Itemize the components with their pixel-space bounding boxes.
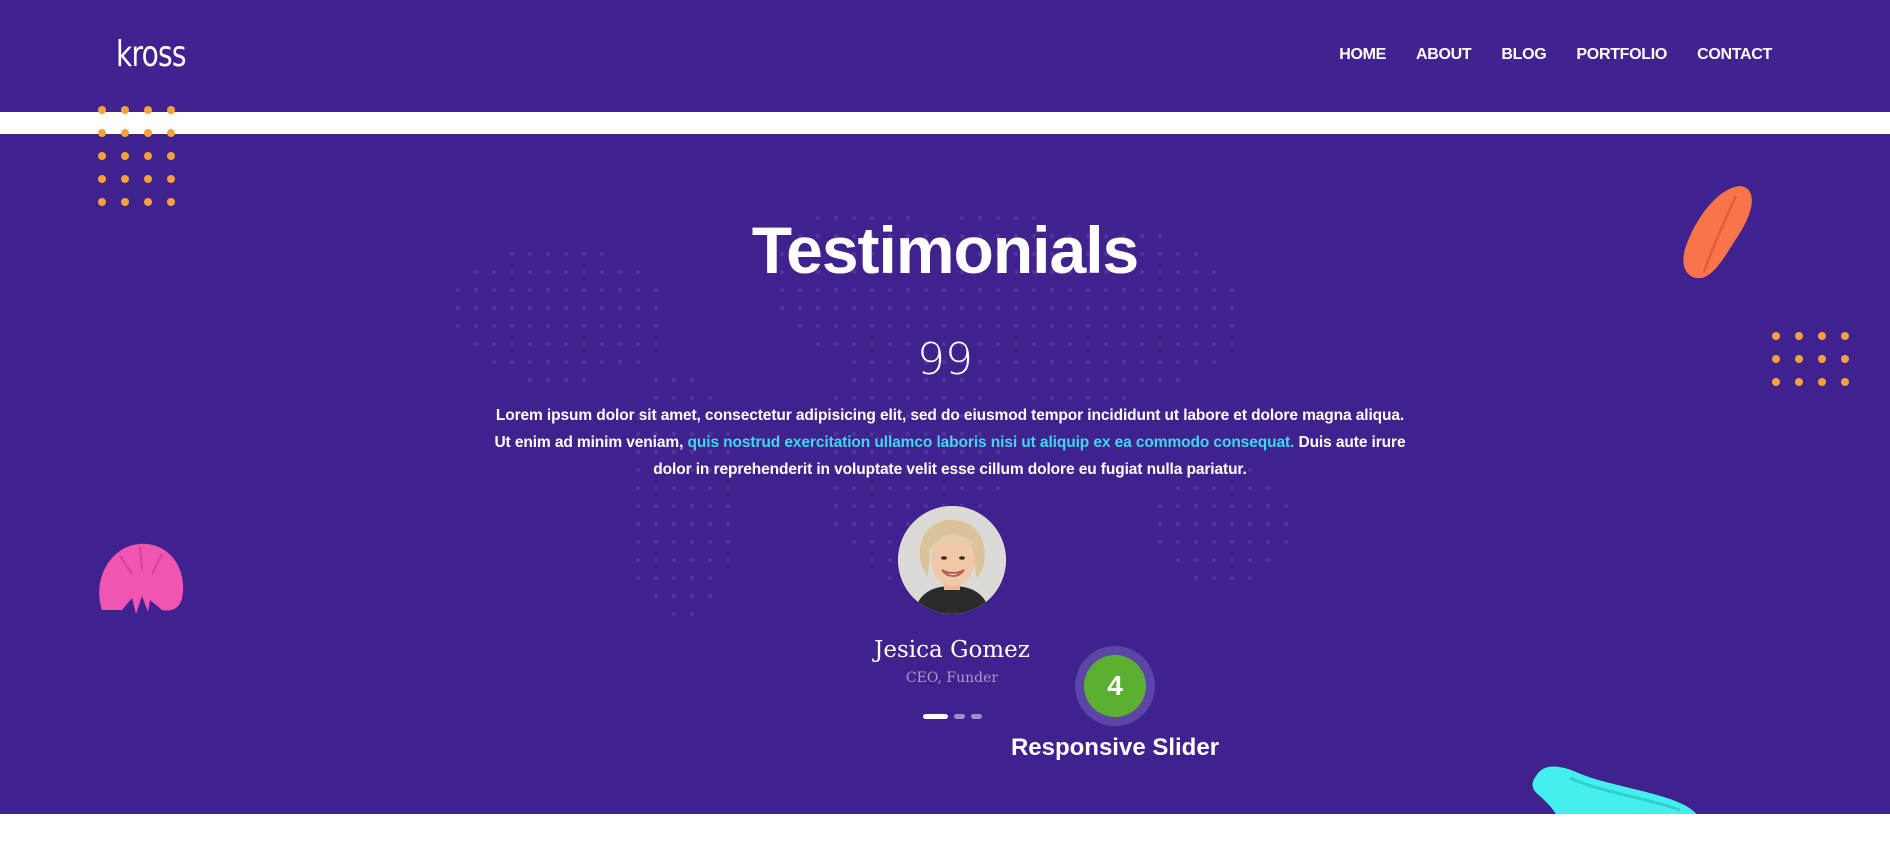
orange-dot	[1818, 332, 1826, 340]
slider-dot-3[interactable]	[971, 714, 982, 719]
orange-dot	[1841, 355, 1849, 363]
avatar	[898, 506, 1006, 614]
orange-dot	[144, 106, 152, 114]
slider-dot-1[interactable]	[923, 714, 948, 719]
orange-dot	[1841, 378, 1849, 386]
slider-dot-2[interactable]	[954, 714, 965, 719]
orange-dot	[121, 175, 129, 183]
orange-dot	[1795, 332, 1803, 340]
orange-dot	[1772, 332, 1780, 340]
orange-dot	[1795, 378, 1803, 386]
orange-dot	[1795, 355, 1803, 363]
orange-dot	[167, 198, 175, 206]
section-title: Testimonials	[751, 213, 1140, 287]
testimonial-text-highlight: quis nostrud exercitation ullamco labori…	[687, 434, 1295, 451]
orange-dot	[98, 106, 106, 114]
orange-dot	[98, 175, 106, 183]
person-name: Jesica Gomez	[874, 637, 1030, 663]
orange-dot-grid-left	[98, 106, 175, 206]
orange-dot	[167, 106, 175, 114]
testimonial-text: Lorem ipsum dolor sit amet, consectetur …	[490, 402, 1410, 483]
quote-icon: 99	[917, 334, 973, 385]
orange-dot	[98, 198, 106, 206]
nav-portfolio[interactable]: PORTFOLIO	[1576, 46, 1667, 64]
pink-shell-shape-icon	[99, 543, 184, 614]
cyan-blob-shape-icon	[1532, 766, 1697, 814]
orange-dot	[144, 129, 152, 137]
slider-dots	[923, 714, 982, 719]
nav-contact[interactable]: CONTACT	[1697, 46, 1772, 64]
testimonials-section: Testimonials 99 Lorem ipsum dolor sit am…	[0, 134, 1890, 814]
orange-dot	[167, 129, 175, 137]
main-nav: HOME ABOUT BLOG PORTFOLIO CONTACT	[1339, 46, 1772, 64]
orange-dot	[167, 152, 175, 160]
nav-blog[interactable]: BLOG	[1501, 46, 1546, 64]
orange-dot	[121, 106, 129, 114]
orange-dot	[167, 175, 175, 183]
badge-number: 4	[1084, 655, 1146, 717]
site-header: kross HOME ABOUT BLOG PORTFOLIO CONTACT	[0, 0, 1890, 112]
logo[interactable]: kross	[116, 34, 187, 75]
coral-leaf-shape-icon	[1683, 186, 1752, 279]
orange-dot	[1818, 355, 1826, 363]
orange-dot-grid-right	[1772, 332, 1849, 386]
orange-dot	[1772, 355, 1780, 363]
orange-dot	[144, 175, 152, 183]
nav-home[interactable]: HOME	[1339, 46, 1386, 64]
orange-dot	[1772, 378, 1780, 386]
orange-dot	[144, 198, 152, 206]
orange-dot	[144, 152, 152, 160]
nav-about[interactable]: ABOUT	[1416, 46, 1472, 64]
orange-dot	[98, 129, 106, 137]
orange-dot	[1841, 332, 1849, 340]
orange-dot	[98, 152, 106, 160]
person-role: CEO, Funder	[905, 670, 999, 686]
orange-dot	[1818, 378, 1826, 386]
orange-dot	[121, 198, 129, 206]
orange-dot	[121, 152, 129, 160]
person-photo-icon	[898, 506, 1006, 614]
number-badge: 4	[1075, 646, 1155, 726]
badge-label: Responsive Slider	[1010, 734, 1220, 761]
orange-dot	[121, 129, 129, 137]
